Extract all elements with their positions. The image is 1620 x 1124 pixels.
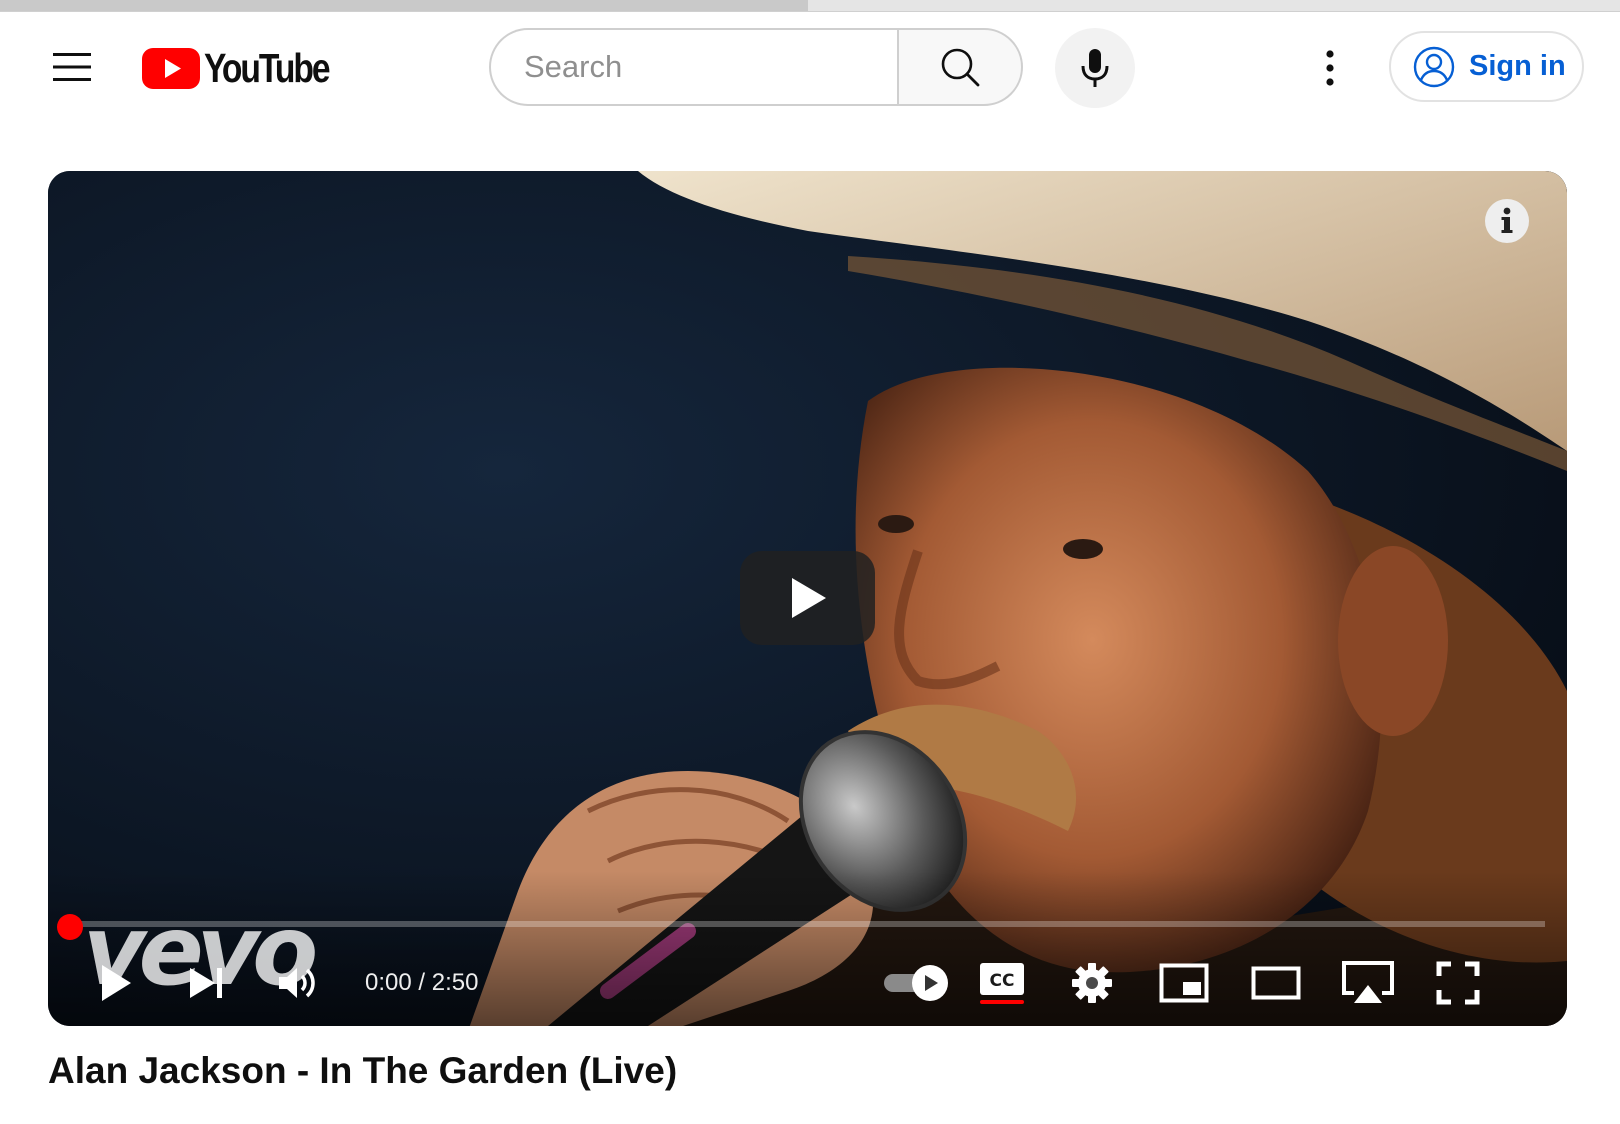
duration: 2:50 (431, 969, 479, 996)
seek-bar[interactable] (70, 921, 1545, 927)
video-title: Alan Jackson - In The Garden (Live) (48, 1050, 678, 1091)
time-display: 0:00 / 2:50 (365, 963, 478, 1003)
theater-mode-icon (1251, 966, 1301, 1000)
guide-menu-button[interactable] (44, 42, 100, 92)
search-button[interactable] (897, 28, 1023, 106)
masthead: YouTube Sign in (0, 12, 1620, 120)
autoplay-toggle[interactable] (880, 956, 952, 1010)
youtube-play-logo-icon (142, 47, 200, 89)
video-player[interactable]: vevo 0:00 / 2:50 CC (48, 171, 1567, 1026)
account-circle-icon (1413, 46, 1455, 87)
theater-mode-button[interactable] (1244, 956, 1308, 1010)
fullscreen-button[interactable] (1426, 956, 1490, 1010)
cast-button[interactable] (1333, 956, 1403, 1010)
autoplay-toggle-icon (884, 965, 948, 1001)
settings-button[interactable] (1060, 956, 1124, 1010)
time-separator: / (411, 969, 432, 996)
skip-next-icon (190, 968, 222, 998)
video-info-button[interactable] (1485, 199, 1529, 243)
next-button[interactable] (178, 956, 234, 1010)
page-load-bar-fill (0, 0, 808, 11)
vertical-dots-icon (1326, 50, 1334, 86)
large-play-button[interactable] (740, 551, 875, 645)
gear-icon (1072, 963, 1112, 1003)
youtube-logo[interactable]: YouTube (142, 44, 356, 92)
miniplayer-icon (1159, 963, 1209, 1003)
play-icon (791, 578, 826, 618)
search-box (489, 28, 1024, 108)
hamburger-menu-icon (53, 53, 91, 81)
volume-icon (279, 968, 315, 998)
youtube-wordmark: YouTube (204, 44, 331, 91)
magnifier-icon (941, 48, 980, 87)
svg-text:CC: CC (990, 971, 1015, 991)
voice-search-button[interactable] (1055, 28, 1135, 108)
search-input[interactable] (489, 28, 897, 106)
info-icon (1501, 207, 1513, 233)
sign-in-button[interactable]: Sign in (1389, 31, 1584, 102)
miniplayer-button[interactable] (1152, 956, 1216, 1010)
cc-icon: CC (980, 963, 1024, 1004)
captions-button[interactable]: CC (970, 956, 1034, 1010)
play-icon (102, 965, 131, 1001)
page-load-bar (0, 0, 1620, 12)
airplay-icon (1342, 961, 1394, 1003)
mute-button[interactable] (270, 956, 326, 1010)
sign-in-label: Sign in (1469, 50, 1566, 82)
current-time: 0:00 (365, 969, 412, 996)
fullscreen-icon (1436, 961, 1480, 1005)
microphone-icon (1081, 49, 1109, 87)
play-button[interactable] (88, 956, 144, 1010)
seek-scrubber[interactable] (57, 914, 83, 940)
settings-more-button[interactable] (1310, 42, 1350, 94)
